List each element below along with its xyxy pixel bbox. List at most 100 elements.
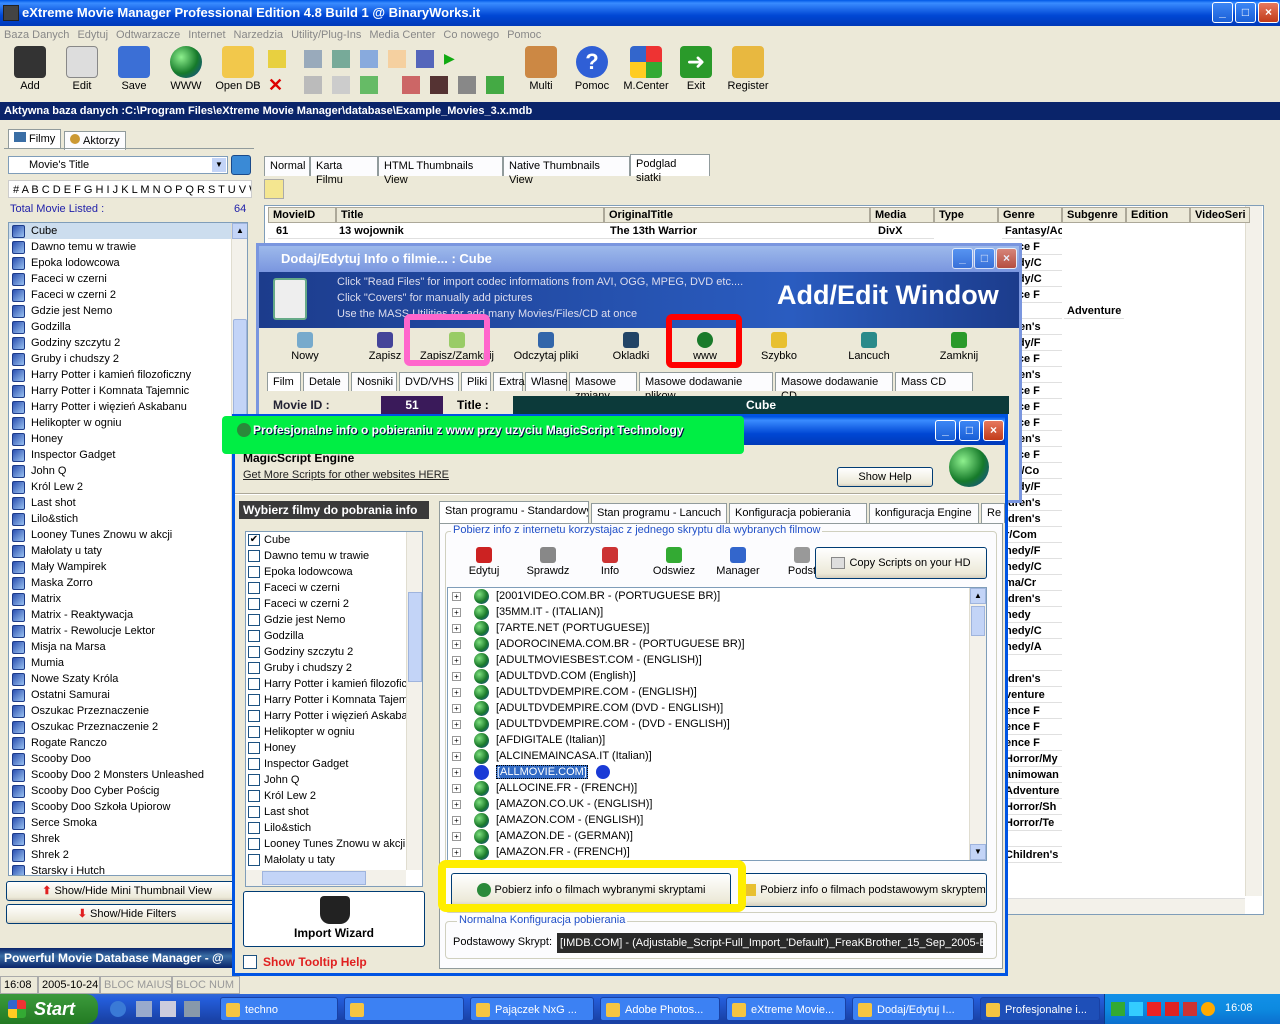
tooltip-checkbox[interactable] [243,955,257,969]
taskbar-item[interactable]: Adobe Photos... [600,997,720,1021]
expand-icon[interactable]: + [452,736,461,745]
grid-column-header[interactable]: MovieID [268,207,336,223]
checkbox[interactable] [248,582,260,594]
tool-icon-11[interactable] [486,76,504,94]
grid-genre-cell[interactable]: nedy/A [1002,639,1062,655]
search-icon[interactable] [332,76,350,94]
checkbox[interactable] [248,614,260,626]
tree-item[interactable]: + [AMAZON.COM - (ENGLISH)] [448,812,986,828]
list-item[interactable]: Starsky i Hutch [9,863,231,875]
grid-genre-cell[interactable]: ldren's [1002,671,1062,687]
checklist-scroll-thumb[interactable] [408,592,422,682]
tab-view[interactable]: HTML Thumbnails View [378,156,503,186]
checkbox-row[interactable]: Helikopter w ogniu [246,724,422,740]
tool-icon-4[interactable] [388,50,406,68]
expand-icon[interactable]: + [452,720,461,729]
list-item[interactable]: Faceci w czerni [9,271,231,287]
media-center-button[interactable]: M.Center [618,44,674,92]
expand-icon[interactable]: + [452,768,461,777]
grid-genre-cell[interactable]: ma/Cr [1002,575,1062,591]
tree-item[interactable]: + [35MM.IT - (ITALIAN)] [448,604,986,620]
list-item[interactable]: Harry Potter i kamień filozoficzny [9,367,231,383]
tree-item[interactable]: + [ALLOCINE.FR - (FRENCH)] [448,780,986,796]
grid-genre-cell[interactable]: venture [1002,687,1062,703]
maximize-button[interactable]: □ [1235,2,1256,23]
checkbox[interactable] [248,726,260,738]
wand-icon[interactable] [268,50,286,68]
scroll-up-arrow[interactable]: ▲ [232,223,247,239]
expand-icon[interactable]: + [452,592,461,601]
grid-genre-cell[interactable]: Horror/Sh [1002,799,1062,815]
list-item[interactable]: Małolaty u taty [9,543,231,559]
close-button[interactable]: × [1258,2,1279,23]
grid-column-header[interactable]: Title [336,207,604,223]
minimize-button[interactable]: _ [1212,2,1233,23]
checkbox-row[interactable]: Harry Potter i więzień Askabanu [246,708,422,724]
checkbox[interactable] [248,694,260,706]
tray-icon-2[interactable] [1129,1002,1143,1016]
checkbox[interactable] [248,630,260,642]
tool-icon-10[interactable] [458,76,476,94]
grid-genre-cell[interactable]: animowan [1002,767,1062,783]
taskbar-item[interactable]: Pajączek NxG ... [470,997,594,1021]
menu-item[interactable]: Pomoc [507,29,541,41]
list-item[interactable]: Nowe Szaty Króla [9,671,231,687]
grid-column-header[interactable]: Type [934,207,998,223]
list-item[interactable]: Helikopter w ogniu [9,415,231,431]
checkbox[interactable] [248,822,260,834]
list-item[interactable]: Matrix - Reaktywacja [9,607,231,623]
ae-tab[interactable]: Masowe dodawanie CD [775,372,893,402]
grid-column-header[interactable]: Media [870,207,934,223]
list-item[interactable]: John Q [9,463,231,479]
tray-icon-1[interactable] [1111,1002,1125,1016]
taskbar-item[interactable] [344,997,464,1021]
checkbox-row[interactable]: Faceci w czerni 2 [246,596,422,612]
checkbox-row[interactable]: Harry Potter i Komnata Tajemnic [246,692,422,708]
checkbox-row[interactable]: Małolaty u taty [246,852,422,868]
thumbnail-toggle-button[interactable]: ⬆ Show/Hide Mini Thumbnail View [6,881,248,901]
tab-view[interactable]: Podglad siatki [630,154,710,184]
expand-icon[interactable]: + [452,848,461,857]
ae-tab[interactable]: Film [267,372,301,391]
list-item[interactable]: Scooby Doo Cyber Pościg [9,783,231,799]
list-item[interactable]: Gruby i chudszy 2 [9,351,231,367]
checkbox-row[interactable]: Last shot [246,804,422,820]
grid-genre-cell[interactable]: Horror/Te [1002,815,1062,831]
grid-genre-cell[interactable]: nedy/F [1002,543,1062,559]
tree-scroll-up[interactable]: ▲ [970,588,986,604]
taskbar-item[interactable]: eXtreme Movie... [726,997,846,1021]
list-item[interactable]: Shrek 2 [9,847,231,863]
list-item[interactable]: Cube [9,223,231,239]
list-item[interactable]: Gdzie jest Nemo [9,303,231,319]
checkbox-list-scrollbar[interactable] [406,532,422,870]
expand-icon[interactable]: + [452,608,461,617]
tray-icon-6[interactable] [1201,1002,1215,1016]
tray-icon-3[interactable] [1147,1002,1161,1016]
add-button[interactable]: Add [4,44,56,92]
list-item[interactable]: Scooby Doo Szkoła Upiorow [9,799,231,815]
tab-view[interactable]: Karta Filmu [310,156,378,186]
tray-icon-4[interactable] [1165,1002,1179,1016]
grid-genre-cell[interactable]: ldren's [1002,511,1062,527]
ae-button-4[interactable]: Okladki [595,330,667,362]
list-item[interactable]: Mały Wampirek [9,559,231,575]
list-item[interactable]: Misja na Marsa [9,639,231,655]
checkbox[interactable] [248,838,260,850]
ae-tab[interactable]: DVD/VHS [399,372,459,391]
hscroll-thumb[interactable] [262,871,366,885]
more-scripts-link[interactable]: Get More Scripts for other websites HERE [243,469,449,481]
magic-tab[interactable]: Stan programu - Standardowy [439,501,589,523]
list-item[interactable]: Oszukac Przeznaczenie 2 [9,719,231,735]
checkbox[interactable] [248,550,260,562]
ae-button-7[interactable]: Lancuch [833,330,905,362]
expand-icon[interactable]: + [452,688,461,697]
magic-maximize[interactable]: □ [959,420,980,441]
list-item[interactable]: Maska Zorro [9,575,231,591]
fetch-basic-button[interactable]: Pobierz info o filmach podstawowym skryp… [743,873,987,907]
magic-tab[interactable]: Konfiguracja pobierania [729,503,867,523]
play-icon[interactable]: ▶ [444,50,462,68]
grid-cell[interactable]: The 13th Warrior [604,223,870,239]
list-item[interactable]: Matrix - Rewolucje Lektor [9,623,231,639]
menu-item[interactable]: Edytuj [77,29,108,41]
grid-genre-cell[interactable]: ldren's [1002,591,1062,607]
